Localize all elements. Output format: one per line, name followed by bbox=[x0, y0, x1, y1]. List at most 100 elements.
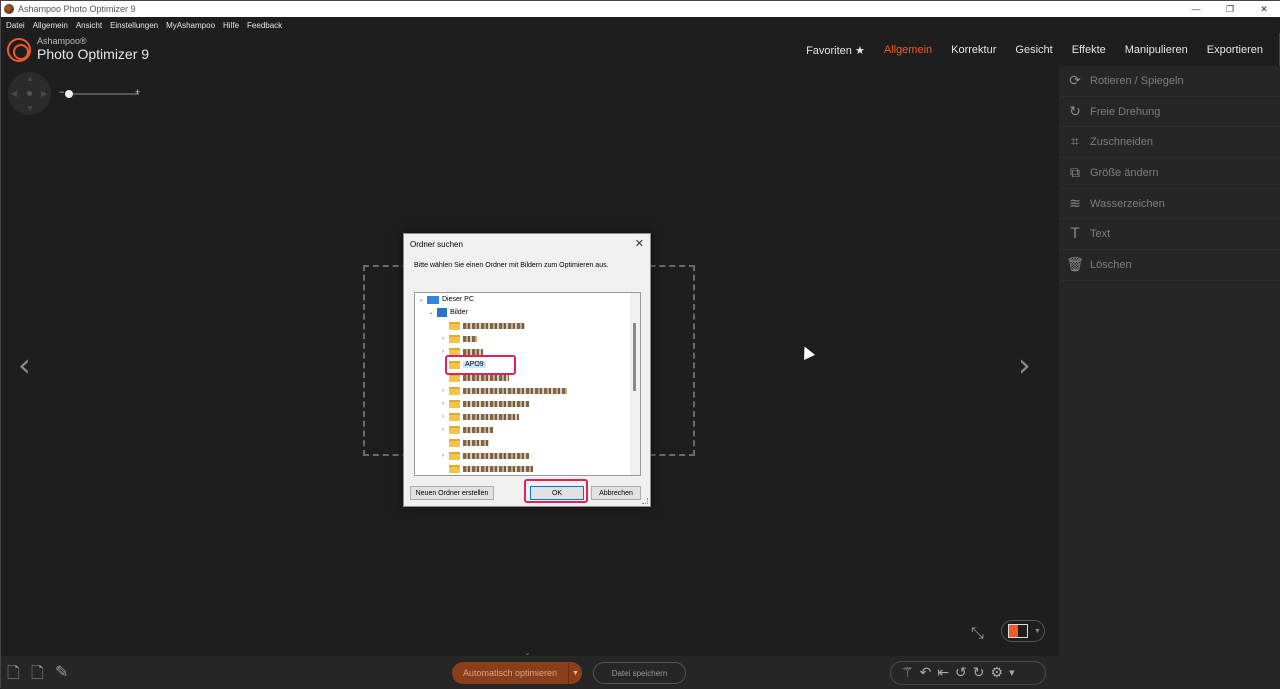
blurred-folder-name bbox=[463, 335, 477, 342]
next-image-icon[interactable]: › bbox=[1018, 346, 1031, 384]
folder-icon bbox=[449, 464, 460, 473]
zoom-out-icon[interactable]: − bbox=[59, 87, 64, 97]
resize-icon: ⧉ bbox=[1070, 164, 1080, 181]
tab-gesicht[interactable]: Gesicht bbox=[1015, 44, 1052, 57]
blurred-folder-name bbox=[463, 439, 489, 446]
tree-scrollbar[interactable] bbox=[630, 293, 640, 475]
folder-icon bbox=[449, 321, 460, 330]
tree-item-folder[interactable]: › bbox=[439, 449, 529, 462]
cancel-button[interactable]: Abbrechen bbox=[591, 486, 641, 500]
tab-manipulieren[interactable]: Manipulieren bbox=[1125, 44, 1188, 57]
blurred-folder-name bbox=[463, 400, 529, 407]
tree-item-folder[interactable]: › bbox=[439, 384, 567, 397]
scrollbar-thumb[interactable] bbox=[633, 323, 636, 391]
rotate-left-icon[interactable]: ↺ bbox=[955, 665, 967, 681]
menu-allgemein[interactable]: Allgemein bbox=[33, 21, 68, 30]
add-file-icon[interactable]: 🗋 bbox=[7, 662, 20, 689]
rotate-right-icon[interactable]: ↻ bbox=[973, 665, 985, 681]
tool-text[interactable]: T Text bbox=[1059, 219, 1280, 251]
chevron-down-icon[interactable]: ▼ bbox=[1009, 669, 1014, 677]
undo-all-icon[interactable]: ⇤ bbox=[937, 665, 949, 681]
pan-center-icon[interactable] bbox=[27, 91, 32, 96]
minimize-button[interactable]: — bbox=[1179, 1, 1213, 17]
blurred-folder-name bbox=[463, 465, 533, 472]
tree-item-folder[interactable]: › bbox=[439, 410, 519, 423]
zoom-slider[interactable]: − + bbox=[59, 87, 143, 99]
menu-hilfe[interactable]: Hilfe bbox=[223, 21, 239, 30]
tree-item-this-pc[interactable]: ⌄ Dieser PC bbox=[417, 293, 474, 306]
chevron-down-icon[interactable]: ⌄ bbox=[417, 296, 425, 303]
maximize-button[interactable]: ❐ bbox=[1213, 1, 1247, 17]
menu-feedback[interactable]: Feedback bbox=[247, 21, 282, 30]
close-window-button[interactable]: ✕ bbox=[1247, 1, 1280, 17]
folder-browse-dialog: Ordner suchen ✕ Bitte wählen Sie einen O… bbox=[403, 233, 651, 507]
compress-view-icon[interactable]: ⤡ bbox=[971, 623, 984, 643]
auto-optimize-button[interactable]: Automatisch optimieren ▼ bbox=[452, 662, 582, 684]
menu-ansicht[interactable]: Ansicht bbox=[76, 21, 102, 30]
tool-resize[interactable]: ⧉ Größe ändern bbox=[1059, 158, 1280, 189]
tree-item-folder[interactable] bbox=[439, 462, 533, 475]
zoom-track[interactable] bbox=[67, 93, 139, 95]
tab-korrektur[interactable]: Korrektur bbox=[951, 44, 996, 57]
pan-navigator[interactable]: ▲ ▼ ◀ ▶ bbox=[8, 72, 51, 115]
tree-item-pictures[interactable]: ⌄ Bilder bbox=[427, 306, 468, 319]
zoom-in-icon[interactable]: + bbox=[135, 87, 140, 97]
watermark-icon: ≋ bbox=[1069, 195, 1081, 212]
undo-icon[interactable]: ↶ bbox=[920, 665, 932, 681]
chevron-down-icon[interactable]: ▼ bbox=[1034, 628, 1041, 635]
folder-tree[interactable]: ⌄ Dieser PC ⌄ Bilder › › APO9 › › › › › bbox=[414, 292, 641, 476]
folder-icon bbox=[449, 334, 460, 343]
pan-down-icon[interactable]: ▼ bbox=[26, 104, 34, 113]
tool-delete[interactable]: 🗑 Löschen bbox=[1059, 250, 1280, 281]
tab-allgemein[interactable]: Allgemein bbox=[884, 44, 932, 57]
tool-crop[interactable]: ⌗ Zuschneiden bbox=[1059, 127, 1280, 159]
new-folder-button[interactable]: Neuen Ordner erstellen bbox=[410, 486, 494, 500]
zoom-handle[interactable] bbox=[65, 90, 73, 98]
blurred-folder-name bbox=[463, 426, 493, 433]
chevron-down-icon[interactable]: ⌄ bbox=[427, 309, 435, 316]
brush-icon[interactable]: ✎ bbox=[55, 662, 68, 681]
pictures-icon bbox=[437, 308, 447, 317]
tool-free-rotate[interactable]: ↻ Freie Drehung bbox=[1059, 97, 1280, 128]
tree-item-folder[interactable]: › bbox=[439, 423, 493, 436]
logo-brand: Ashampoo® bbox=[37, 36, 87, 46]
tool-label: Größe ändern bbox=[1090, 166, 1159, 179]
menu-datei[interactable]: Datei bbox=[6, 21, 25, 30]
delete-icon: 🗑 bbox=[1066, 256, 1084, 273]
chevron-down-icon[interactable]: ▼ bbox=[568, 662, 582, 684]
resize-grip-icon[interactable] bbox=[642, 498, 648, 504]
tree-item-folder[interactable]: › bbox=[439, 332, 477, 345]
pan-left-icon[interactable]: ◀ bbox=[11, 89, 17, 98]
free-rotate-icon: ↻ bbox=[1069, 103, 1081, 120]
tree-item-folder[interactable] bbox=[439, 319, 525, 332]
previous-image-icon[interactable]: ‹ bbox=[18, 346, 31, 384]
highlight-apo9 bbox=[445, 355, 516, 375]
tree-item-folder[interactable] bbox=[439, 436, 489, 449]
save-file-button[interactable]: Datei speichern bbox=[593, 662, 686, 684]
blurred-folder-name bbox=[463, 387, 567, 394]
tab-favoriten[interactable]: Favoriten ★ bbox=[806, 44, 865, 57]
compare-icon bbox=[1008, 624, 1028, 638]
blurred-folder-name bbox=[463, 413, 519, 420]
tool-label: Löschen bbox=[1090, 258, 1132, 271]
pan-right-icon[interactable]: ▶ bbox=[41, 89, 47, 98]
tree-item-folder[interactable]: › bbox=[439, 397, 529, 410]
window-title: Ashampoo Photo Optimizer 9 bbox=[18, 4, 136, 14]
blurred-folder-name bbox=[463, 452, 529, 459]
add-folder-icon[interactable]: 🗋 bbox=[31, 662, 44, 689]
tool-watermark[interactable]: ≋ Wasserzeichen bbox=[1059, 189, 1280, 220]
tool-rotate-flip[interactable]: ⟳ Rotieren / Spiegeln bbox=[1059, 66, 1280, 97]
menu-myashampoo[interactable]: MyAshampoo bbox=[166, 21, 215, 30]
tools-panel: ⟳ Rotieren / Spiegeln ↻ Freie Drehung ⌗ … bbox=[1059, 66, 1280, 656]
menu-einstellungen[interactable]: Einstellungen bbox=[110, 21, 158, 30]
app-icon bbox=[4, 4, 14, 14]
magic-wand-icon[interactable]: ⚚ bbox=[901, 665, 914, 681]
logo-product: Photo Optimizer 9 bbox=[37, 46, 150, 62]
mouse-cursor bbox=[799, 344, 815, 360]
tab-exportieren[interactable]: Exportieren bbox=[1207, 44, 1263, 57]
tab-effekte[interactable]: Effekte bbox=[1072, 44, 1106, 57]
gear-icon[interactable]: ⚙ bbox=[991, 665, 1004, 681]
close-icon[interactable]: ✕ bbox=[635, 237, 644, 250]
pan-up-icon[interactable]: ▲ bbox=[26, 74, 34, 83]
compare-view-toggle[interactable]: ▼ bbox=[1001, 620, 1045, 642]
